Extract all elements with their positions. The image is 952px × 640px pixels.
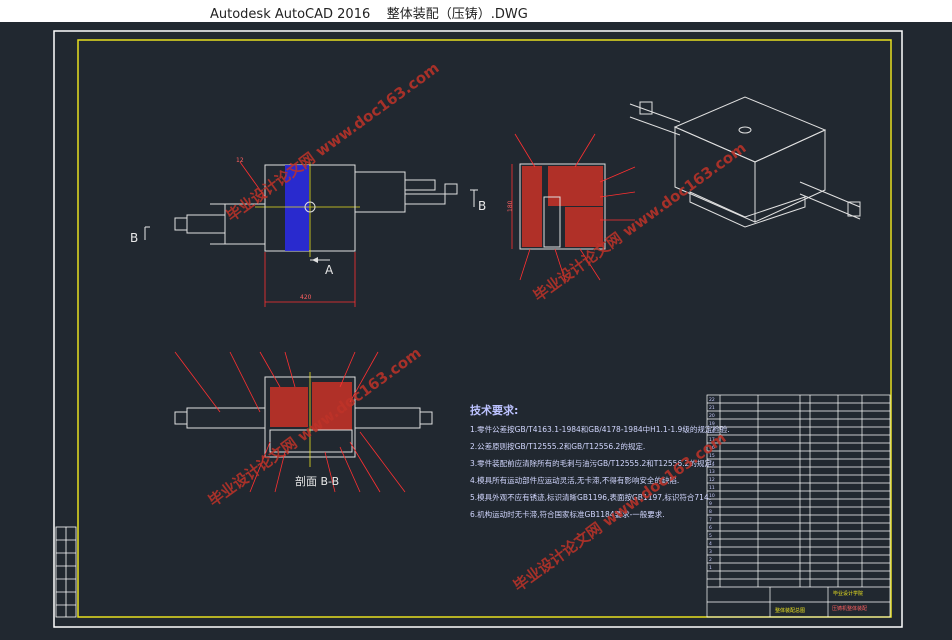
svg-text:2: 2	[709, 557, 712, 563]
window-title-bar: Autodesk AutoCAD 2016 整体装配（压铸）.DWG	[0, 0, 952, 22]
view-a-label: A	[325, 263, 334, 277]
section-bb-label: 剖面 B-B	[295, 474, 339, 488]
top-view[interactable]: 420 12	[174, 157, 458, 307]
left-binding-table	[55, 526, 77, 618]
view-b-label-right: B	[478, 199, 486, 213]
outer-frame	[53, 30, 903, 628]
title-block-drawing-no: 整体装配总图	[775, 607, 805, 614]
tech-item: 5.模具外观不应有锈迹,标识清晰GB1196,表面按GB1197,标识符合714…	[470, 493, 712, 502]
svg-text:12: 12	[236, 157, 244, 164]
tech-requirements-heading: 技术要求:	[470, 404, 519, 417]
drawing-svg: 420 12 B A 180 B 剖面 B-B 222120 191817 16…	[53, 30, 903, 628]
svg-text:4: 4	[709, 541, 712, 547]
view-b-label-left: B	[130, 231, 138, 245]
dim-side-height: 180	[507, 200, 514, 212]
dim-top-view-width: 420	[300, 294, 312, 301]
title-block-company: 毕业设计学院	[833, 590, 863, 597]
svg-text:6: 6	[709, 525, 712, 531]
svg-text:3: 3	[709, 549, 712, 555]
svg-text:5: 5	[709, 533, 712, 539]
tech-item: 4.模具所有运动部件应运动灵活,无卡滞,不得有影响安全的缺陷.	[470, 476, 680, 485]
inner-border	[77, 39, 892, 618]
svg-text:1: 1	[709, 565, 712, 571]
title-block-name: 压铸机整体装配	[832, 605, 867, 612]
window-title: Autodesk AutoCAD 2016 整体装配（压铸）.DWG	[210, 7, 528, 22]
parts-list-table[interactable]	[706, 394, 891, 618]
tech-item: 1.零件公差按GB/T4163.1-1984和GB/4178-1984中H1.1…	[470, 425, 730, 434]
drawing-canvas[interactable]: 420 12 B A 180 B 剖面 B-B 22 21 20 19 18 1…	[0, 22, 952, 636]
